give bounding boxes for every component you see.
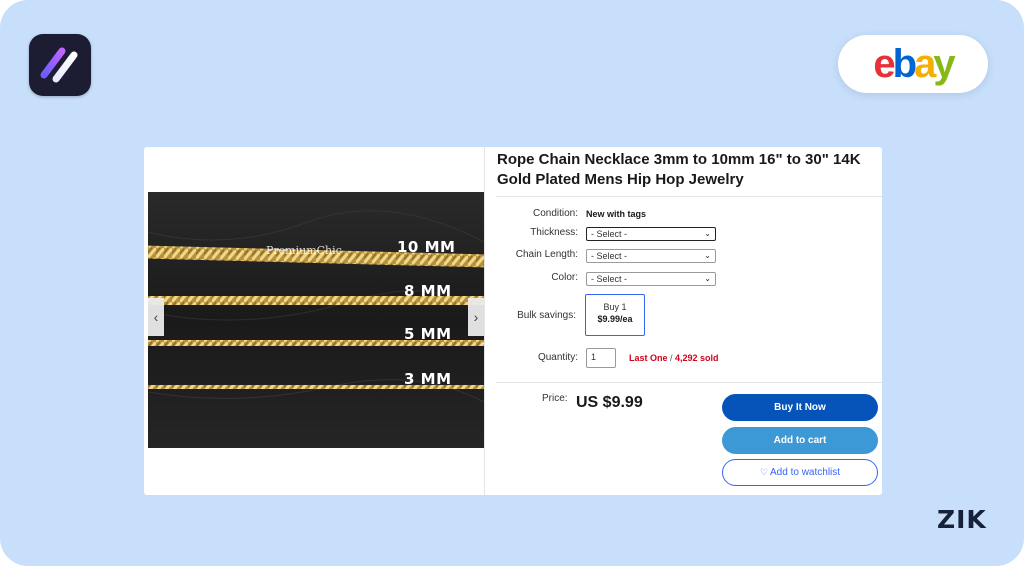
availability-separator: /	[667, 353, 676, 363]
chain-label-10mm: 10 MM	[397, 238, 456, 256]
listing-panel: PremiumChic 10 MM 8 MM 5 MM 3 MM ‹ › Rop…	[144, 147, 882, 495]
listing-title: Rope Chain Necklace 3mm to 10mm 16" to 3…	[497, 151, 861, 188]
chain-length-select[interactable]: - Select - ⌄	[586, 249, 716, 263]
condition-value: New with tags	[586, 209, 647, 219]
chevron-left-icon: ‹	[153, 309, 159, 325]
chain-label-3mm: 3 MM	[404, 370, 452, 388]
condition-label: Condition:	[532, 208, 578, 219]
heart-icon: ♡	[759, 467, 769, 477]
chevron-down-icon: ⌄	[704, 251, 711, 260]
slash-logo-icon	[40, 47, 78, 83]
zik-logo: ZIK	[937, 505, 987, 534]
color-select[interactable]: - Select - ⌄	[586, 272, 716, 286]
thickness-selected-value: - Select -	[591, 229, 628, 239]
bulk-option-quantity: Buy 1	[603, 302, 627, 312]
column-divider	[484, 147, 485, 495]
color-selected-value: - Select -	[591, 274, 628, 284]
watchlist-label: Add to watchlist	[770, 467, 841, 478]
price-value: US $9.99	[576, 394, 643, 411]
chain-length-selected-value: - Select -	[591, 251, 628, 261]
color-label: Color:	[551, 272, 578, 283]
chevron-right-icon: ›	[473, 309, 479, 325]
title-divider	[496, 196, 882, 197]
gallery-next-button[interactable]: ›	[468, 298, 484, 336]
thickness-label: Thickness:	[530, 227, 578, 238]
bulk-option-price: $9.99/ea	[597, 314, 633, 324]
bulk-savings-option[interactable]: Buy 1 $9.99/ea	[585, 294, 645, 336]
product-image-gallery[interactable]: PremiumChic 10 MM 8 MM 5 MM 3 MM ‹ ›	[148, 192, 484, 448]
chevron-down-icon: ⌄	[704, 274, 711, 283]
gallery-prev-button[interactable]: ‹	[148, 298, 164, 336]
add-to-watchlist-button[interactable]: ♡ Add to watchlist	[722, 459, 878, 486]
chain-label-8mm: 8 MM	[404, 282, 452, 300]
availability-text: Last One / 4,292 sold	[629, 353, 719, 363]
thickness-select[interactable]: - Select - ⌄	[586, 227, 716, 241]
app-logo	[29, 34, 91, 96]
chevron-down-icon: ⌄	[704, 229, 711, 238]
price-divider	[496, 382, 882, 383]
add-to-cart-button[interactable]: Add to cart	[722, 427, 878, 454]
quantity-input[interactable]: 1	[586, 348, 616, 368]
product-photo	[148, 192, 484, 448]
ebay-logo-badge: ebay	[838, 35, 988, 93]
ebay-logo: ebay	[873, 42, 955, 86]
price-label: Price:	[542, 393, 568, 404]
image-watermark: PremiumChic	[266, 244, 342, 257]
quantity-label: Quantity:	[537, 352, 578, 363]
chain-length-label: Chain Length:	[515, 249, 578, 260]
bulk-savings-label: Bulk savings:	[517, 310, 576, 321]
last-one-text: Last One	[629, 353, 668, 363]
sold-count: 4,292 sold	[675, 353, 719, 363]
buy-it-now-button[interactable]: Buy It Now	[722, 394, 878, 421]
chain-label-5mm: 5 MM	[404, 325, 452, 343]
